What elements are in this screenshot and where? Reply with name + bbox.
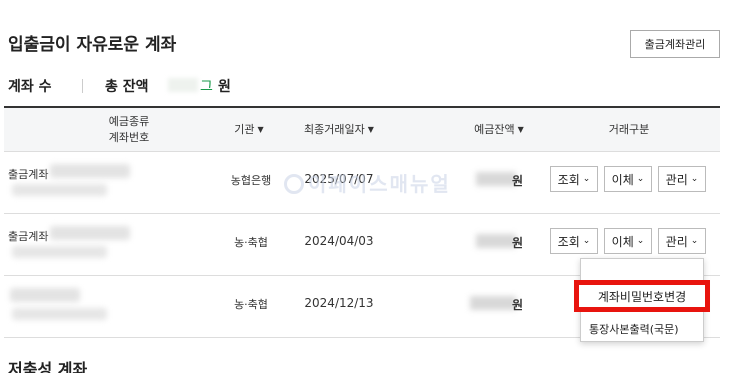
header-actions: 거래구분 bbox=[608, 123, 650, 137]
view-button[interactable]: 조회 ⌄ bbox=[550, 166, 598, 192]
watermark-logo-icon bbox=[284, 174, 304, 194]
chevron-down-icon: ⌄ bbox=[690, 174, 699, 184]
watermark: 이페이스매뉴얼 bbox=[284, 168, 451, 197]
account-name-masked bbox=[10, 288, 80, 302]
chevron-down-icon: ⌄ bbox=[636, 236, 645, 246]
manage-button[interactable]: 관리 ⌄ bbox=[658, 166, 706, 192]
account-number-masked bbox=[12, 308, 107, 320]
manage-button-label: 관리 bbox=[665, 234, 688, 249]
balance-currency: 원 bbox=[512, 236, 524, 250]
view-button-label: 조회 bbox=[557, 234, 580, 249]
header-balance-label: 예금잔액 bbox=[474, 123, 515, 137]
sort-caret-icon: ▼ bbox=[257, 125, 264, 135]
balance-masked bbox=[476, 172, 516, 186]
header-last-date-label: 최종거래일자 bbox=[304, 123, 365, 137]
header-account-type-label: 예금종류 bbox=[108, 115, 150, 129]
total-balance-tail: 그 bbox=[200, 79, 213, 95]
total-balance-label: 총 잔액 bbox=[105, 79, 149, 95]
header-bank-label: 기관 bbox=[234, 123, 255, 137]
header-account-type: 예금종류 계좌번호 bbox=[64, 108, 194, 152]
chevron-down-icon: ⌄ bbox=[582, 174, 591, 184]
table-header: 예금종류 계좌번호 기관 ▼ 최종거래일자 ▼ 예금잔액 ▼ 거래구분 bbox=[4, 108, 720, 152]
watermark-text: 이페이스매뉴얼 bbox=[308, 172, 451, 196]
transfer-button[interactable]: 이체 ⌄ bbox=[604, 166, 652, 192]
bank-name: 농·축협 bbox=[234, 236, 268, 249]
chevron-down-icon: ⌄ bbox=[582, 236, 591, 246]
header-balance-sort[interactable]: 예금잔액 ▼ bbox=[454, 108, 544, 152]
withdrawal-account-manage-button[interactable]: 출금계좌관리 bbox=[630, 30, 720, 58]
account-count-label: 계좌 수 bbox=[8, 79, 52, 95]
view-button[interactable]: 조회 ⌄ bbox=[550, 228, 598, 254]
header-bank-sort[interactable]: 기관 ▼ bbox=[214, 108, 284, 152]
dropdown-item-masked[interactable] bbox=[589, 263, 593, 276]
section-title: 입출금이 자유로운 계좌 bbox=[8, 35, 177, 55]
transfer-button[interactable]: 이체 ⌄ bbox=[604, 228, 652, 254]
bank-name: 농협은행 bbox=[230, 174, 272, 187]
account-name: 출금계좌 bbox=[8, 230, 49, 243]
last-transaction-date: 2024/12/13 bbox=[304, 296, 374, 310]
balance-currency: 원 bbox=[512, 174, 524, 188]
dropdown-item-change-password[interactable]: 계좌비밀번호변경 bbox=[574, 280, 710, 312]
manage-button[interactable]: 관리 ⌄ bbox=[658, 228, 706, 254]
savings-section-title: 저축성 계좌 bbox=[8, 360, 88, 373]
balance-masked bbox=[476, 234, 516, 248]
account-number-masked bbox=[12, 184, 107, 196]
balance-masked bbox=[470, 296, 516, 310]
header-last-date-sort[interactable]: 최종거래일자 ▼ bbox=[284, 108, 394, 152]
view-button-label: 조회 bbox=[557, 172, 580, 187]
account-number-masked bbox=[12, 246, 107, 258]
chevron-down-icon: ⌄ bbox=[690, 236, 699, 246]
summary-divider bbox=[82, 79, 83, 93]
chevron-down-icon: ⌄ bbox=[636, 174, 645, 184]
last-transaction-date: 2024/04/03 bbox=[304, 234, 374, 248]
total-balance-currency: 원 bbox=[218, 79, 231, 95]
transfer-button-label: 이체 bbox=[611, 172, 634, 187]
total-balance-masked bbox=[168, 78, 198, 92]
header-account-number-label: 계좌번호 bbox=[108, 131, 150, 144]
sort-caret-icon: ▼ bbox=[517, 125, 524, 135]
manage-button-label: 관리 bbox=[665, 172, 688, 187]
account-name-masked bbox=[50, 164, 130, 178]
account-name: 출금계좌 bbox=[8, 168, 49, 181]
dropdown-item-passbook-copy[interactable]: 통장사본출력(국문) bbox=[589, 321, 679, 337]
account-name-masked bbox=[50, 226, 130, 240]
transfer-button-label: 이체 bbox=[611, 234, 634, 249]
sort-caret-icon: ▼ bbox=[367, 125, 374, 135]
balance-currency: 원 bbox=[512, 298, 524, 312]
bank-name: 농·축협 bbox=[234, 298, 268, 311]
